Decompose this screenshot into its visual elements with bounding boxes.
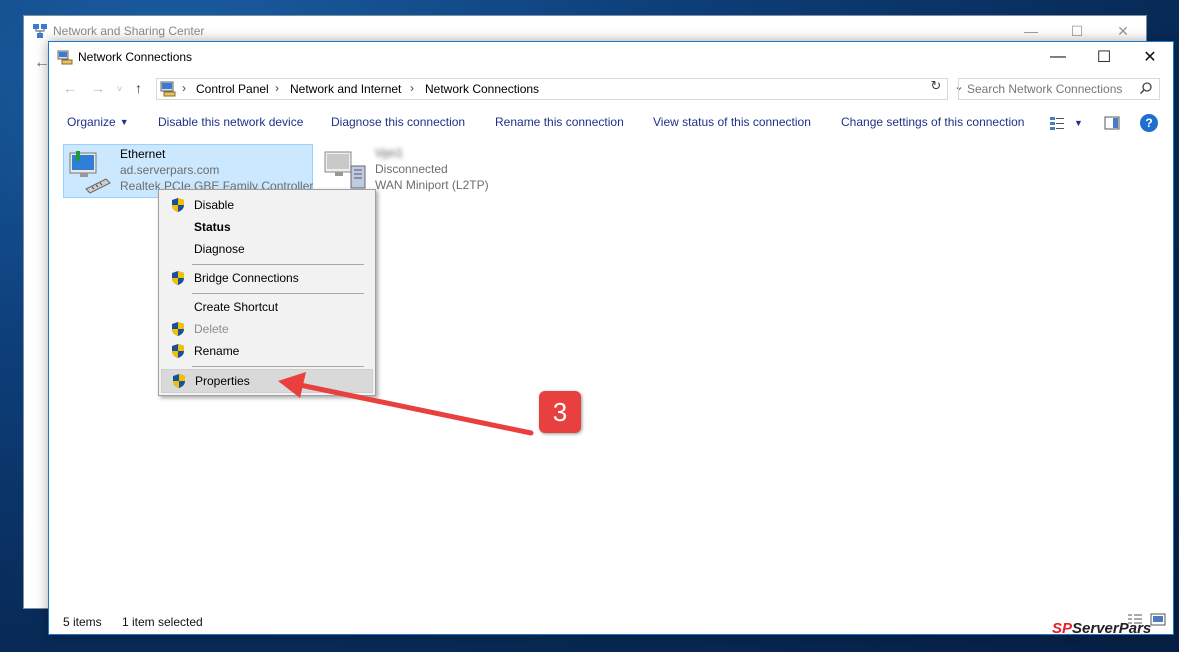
watermark-part1: SP [1052, 620, 1073, 637]
watermark-part2: ServerPars [1072, 620, 1152, 637]
step-badge: 3 [539, 391, 581, 433]
watermark-logo: SPServerPars [1052, 620, 1151, 637]
annotation-arrow [278, 372, 534, 436]
